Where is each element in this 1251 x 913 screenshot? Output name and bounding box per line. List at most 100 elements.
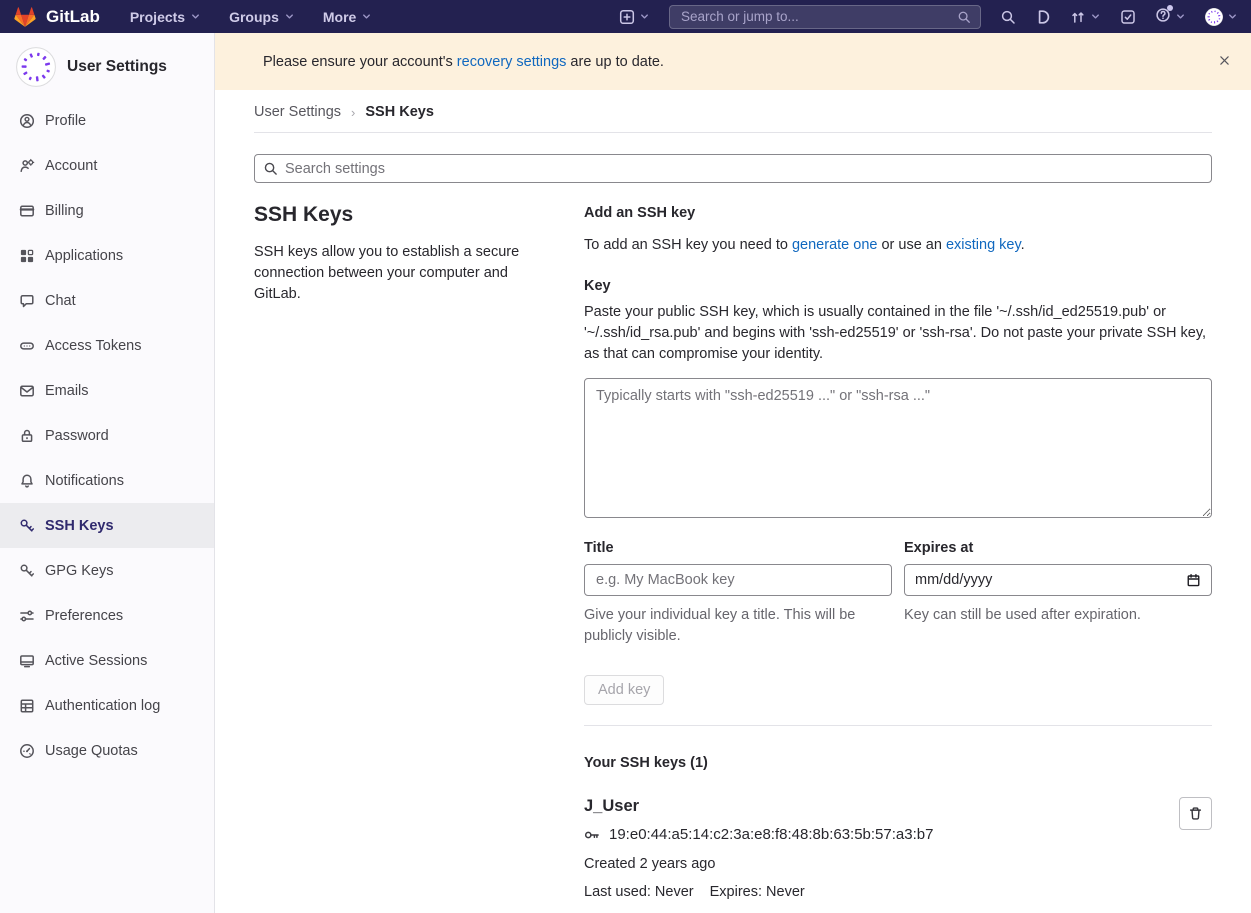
key-title-input[interactable] xyxy=(584,564,892,596)
ssh-key-created: Created 2 years ago xyxy=(584,856,1156,872)
user-avatar xyxy=(1205,8,1223,26)
chevron-down-icon xyxy=(284,11,295,22)
add-key-button[interactable]: Add key xyxy=(584,675,664,705)
breadcrumb-current: SSH Keys xyxy=(365,104,434,120)
merge-requests-button[interactable] xyxy=(1070,9,1101,25)
issues-button[interactable] xyxy=(1035,9,1051,25)
chevron-down-icon xyxy=(639,11,650,22)
gitlab-home-link[interactable]: GitLab xyxy=(13,5,100,28)
sidebar-item-billing[interactable]: Billing xyxy=(0,188,214,233)
ssh-key-item: J_User 19:e0:44:a5:14:c2:3a:e8:f8:48:8b:… xyxy=(584,797,1212,900)
calendar-icon xyxy=(1186,573,1201,588)
sidebar-item-password[interactable]: Password xyxy=(0,413,214,458)
settings-search xyxy=(254,154,1212,183)
expires-hint: Key can still be used after expiration. xyxy=(904,605,1212,626)
auth-log-icon xyxy=(19,698,35,714)
todos-button[interactable] xyxy=(1120,9,1136,25)
sidebar-item-chat[interactable]: Chat xyxy=(0,278,214,323)
nav-more[interactable]: More xyxy=(323,9,372,25)
ssh-key-expires: Expires: Never xyxy=(710,884,805,900)
sidebar-item-active-sessions[interactable]: Active Sessions xyxy=(0,638,214,683)
title-label: Title xyxy=(584,540,892,556)
billing-icon xyxy=(19,203,35,219)
brand-name: GitLab xyxy=(46,7,100,27)
navbar-right xyxy=(619,5,1238,29)
global-search-input[interactable] xyxy=(679,8,957,25)
gitlab-logo-icon xyxy=(13,5,37,28)
chevron-down-icon xyxy=(1227,11,1238,22)
your-ssh-keys-heading: Your SSH keys (1) xyxy=(584,755,1212,771)
breadcrumb: User Settings › SSH Keys xyxy=(254,90,1212,133)
ssh-key-textarea[interactable] xyxy=(584,378,1212,518)
expires-at-label: Expires at xyxy=(904,540,1212,556)
delete-key-button[interactable] xyxy=(1179,797,1212,830)
access-tokens-icon xyxy=(19,338,35,354)
password-icon xyxy=(19,428,35,444)
sidebar-item-applications[interactable]: Applications xyxy=(0,233,214,278)
search-icon xyxy=(1000,9,1016,25)
notifications-icon xyxy=(19,473,35,489)
notification-dot xyxy=(1167,5,1173,11)
chevron-down-icon xyxy=(1175,11,1186,22)
key-icon xyxy=(19,518,35,534)
applications-icon xyxy=(19,248,35,264)
alert-text: Please ensure your account's xyxy=(263,54,457,70)
user-menu-button[interactable] xyxy=(1205,8,1238,26)
user-avatar xyxy=(16,47,56,87)
expires-at-input[interactable]: mm/dd/yyyy xyxy=(904,564,1212,596)
issues-icon xyxy=(1035,9,1051,25)
ssh-key-name: J_User xyxy=(584,797,1156,816)
trash-icon xyxy=(1188,806,1203,821)
chevron-down-icon xyxy=(361,11,372,22)
nav-projects[interactable]: Projects xyxy=(130,9,201,25)
emails-icon xyxy=(19,383,35,399)
close-icon xyxy=(1218,54,1231,67)
key-label: Key xyxy=(584,278,1212,294)
search-icon xyxy=(263,161,278,176)
page-description: SSH keys allow you to establish a secure… xyxy=(254,242,544,305)
search-icon xyxy=(957,10,971,24)
section-divider xyxy=(584,725,1212,726)
dismiss-alert-button[interactable] xyxy=(1214,50,1235,74)
key-icon xyxy=(19,563,35,579)
sidebar-item-profile[interactable]: Profile xyxy=(0,98,214,143)
section-description: SSH Keys SSH keys allow you to establish… xyxy=(254,203,544,900)
key-help-text: Paste your public SSH key, which is usua… xyxy=(584,302,1212,365)
primary-nav: Projects Groups More xyxy=(130,9,372,25)
sidebar-item-notifications[interactable]: Notifications xyxy=(0,458,214,503)
sidebar-item-account[interactable]: Account xyxy=(0,143,214,188)
breadcrumb-separator: › xyxy=(351,105,355,120)
sidebar-item-emails[interactable]: Emails xyxy=(0,368,214,413)
chat-icon xyxy=(19,293,35,309)
settings-nav: Profile Account Billing Applications Cha… xyxy=(0,98,214,773)
title-hint: Give your individual key a title. This w… xyxy=(584,605,892,647)
top-navbar: GitLab Projects Groups More xyxy=(0,0,1251,33)
chevron-down-icon xyxy=(1090,11,1101,22)
sidebar-item-access-tokens[interactable]: Access Tokens xyxy=(0,323,214,368)
ssh-key-fingerprint: 19:e0:44:a5:14:c2:3a:e8:f8:48:8b:63:5b:5… xyxy=(609,826,933,843)
sidebar-title: User Settings xyxy=(67,58,167,76)
breadcrumb-user-settings[interactable]: User Settings xyxy=(254,104,341,120)
usage-quotas-icon xyxy=(19,743,35,759)
recovery-settings-link[interactable]: recovery settings xyxy=(457,54,567,70)
profile-icon xyxy=(19,113,35,129)
settings-search-input[interactable] xyxy=(254,154,1212,183)
global-search[interactable] xyxy=(669,5,981,29)
sidebar-item-ssh-keys[interactable]: SSH Keys xyxy=(0,503,214,548)
sidebar-item-authentication-log[interactable]: Authentication log xyxy=(0,683,214,728)
alert-text: are up to date. xyxy=(566,54,664,70)
sidebar-item-preferences[interactable]: Preferences xyxy=(0,593,214,638)
sidebar-item-gpg-keys[interactable]: GPG Keys xyxy=(0,548,214,593)
chevron-down-icon xyxy=(190,11,201,22)
generate-one-link[interactable]: generate one xyxy=(792,237,877,253)
help-menu-button[interactable] xyxy=(1155,7,1186,26)
sidebar-item-usage-quotas[interactable]: Usage Quotas xyxy=(0,728,214,773)
active-sessions-icon xyxy=(19,653,35,669)
existing-key-link[interactable]: existing key xyxy=(946,237,1021,253)
new-menu-button[interactable] xyxy=(619,9,650,25)
nav-groups[interactable]: Groups xyxy=(229,9,295,25)
sidebar-header: User Settings xyxy=(0,47,214,98)
page-title: SSH Keys xyxy=(254,203,544,227)
settings-sidebar: User Settings Profile Account Billing Ap… xyxy=(0,33,215,913)
search-button[interactable] xyxy=(1000,9,1016,25)
